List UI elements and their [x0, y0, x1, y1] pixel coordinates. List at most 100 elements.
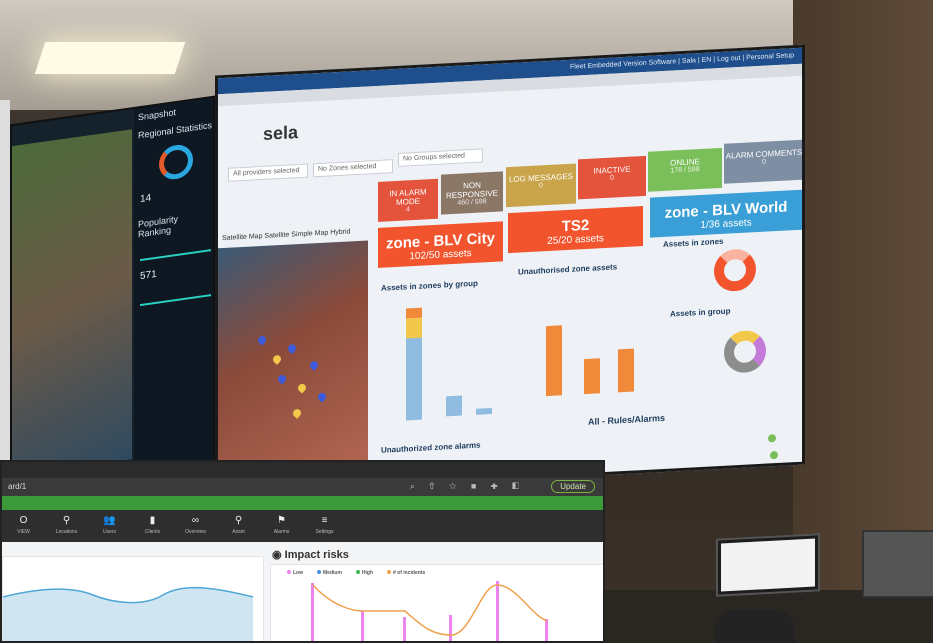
nav-label: Clients [144, 529, 161, 535]
nav-label: Locations [55, 529, 78, 535]
unauthorised-assets-title: Unauthorised zone assets [518, 262, 618, 277]
unauthorized-alarms-title: Unauthorized zone alarms [381, 440, 481, 455]
left-video-panel: Snapshot Regional Statistics 14 Populari… [10, 95, 215, 495]
tab-satellite-map[interactable]: Satellite Map [222, 233, 262, 242]
tile-online[interactable]: ONLINE 178 / 598 [648, 147, 722, 192]
bar [403, 617, 406, 641]
groups-dropdown[interactable]: No Groups selected [398, 148, 483, 167]
map-pin[interactable] [308, 359, 320, 371]
map-pin[interactable] [291, 407, 303, 419]
url-text: ard/1 [8, 482, 27, 491]
impact-title-text: Impact risks [284, 549, 349, 561]
legend-high: High [355, 570, 373, 576]
alarm-icon: ⚑ [277, 515, 286, 526]
zones-dropdown[interactable]: No Zones selected [313, 159, 393, 178]
location-icon: ⚲ [62, 515, 71, 526]
tile-alarm-comments[interactable]: ALARM COMMENTS 0 [724, 139, 804, 184]
laptop-dashboard-body: ◉ Impact risks Low Medium High # of inci… [2, 542, 603, 641]
bar [406, 307, 422, 319]
status-dot [768, 434, 776, 443]
bar [406, 317, 422, 339]
nav-label: Overview [185, 529, 206, 535]
map-pin[interactable] [276, 373, 288, 385]
nav-item[interactable]: ⚲ Asset [217, 510, 260, 542]
nav-label: Settings [315, 529, 334, 535]
zone-tile-blv-city[interactable]: zone - BLV City 102/50 assets [378, 221, 503, 268]
bar [311, 583, 314, 641]
nav-icon: O [19, 515, 28, 526]
impact-risks-title: ◉ Impact risks [272, 549, 349, 561]
nav-label: VIEW [17, 529, 30, 535]
ceiling-light [34, 42, 186, 74]
top-nav: O VIEW ⚲ Locations 👥 Users ▮ Clients ∞ Overvi… [2, 510, 603, 542]
green-status-bar [2, 496, 603, 510]
group-donut-chart [724, 329, 766, 374]
bar [496, 581, 499, 641]
laptop-screen: ard/1 ⌕ ⇧ ☆ ■ ✚ ◧ Update O VIEW ⚲ Location… [0, 460, 605, 643]
bar [618, 348, 634, 393]
nav-item[interactable]: O VIEW [2, 510, 45, 542]
stat-value: 571 [140, 268, 157, 283]
line-chart-card [2, 556, 264, 641]
tab-satellite-simple[interactable]: Satellite Simple [264, 230, 312, 240]
bar [361, 611, 364, 641]
nav-label: Users [102, 529, 117, 535]
small-laptop [716, 533, 820, 597]
bar [446, 395, 462, 417]
tab-hybrid[interactable]: Hybrid [330, 228, 350, 236]
tile-in-alarm-mode[interactable]: IN ALARM MODE 4 [378, 178, 438, 222]
rules-alarms-title: All - Rules/Alarms [588, 412, 666, 427]
map-pin[interactable] [316, 391, 328, 403]
bar [449, 615, 452, 641]
zone-tile-blv-world[interactable]: zone - BLV World 1/36 assets [650, 189, 802, 238]
bar [545, 619, 548, 641]
browser-tab-bar [2, 462, 603, 478]
status-dot [770, 450, 778, 460]
legend-low: Low [287, 570, 303, 576]
bar [406, 335, 422, 421]
nav-item[interactable]: ▮ Clients [131, 510, 174, 542]
nav-item[interactable]: ⚑ Alarms [260, 510, 303, 542]
zones-donut-chart [714, 248, 756, 293]
main-dashboard-screen: Fleet Embedded Version Software | Sala |… [215, 44, 805, 496]
map-pin[interactable] [296, 382, 308, 394]
tile-non-responsive[interactable]: NON RESPONSIVE 460 / 598 [441, 171, 503, 215]
nav-label: Asset [232, 529, 245, 535]
nav-item[interactable]: ∞ Overview [174, 510, 217, 542]
nav-item[interactable]: 👥 Users [88, 510, 131, 542]
settings-icon: ≡ [321, 515, 328, 526]
impact-legend: Low Medium High # of incidents [287, 570, 425, 576]
small-laptop-screen [721, 538, 815, 592]
tab-map[interactable]: Map [315, 230, 329, 238]
bar [476, 407, 492, 415]
impact-bar-chart [311, 581, 548, 641]
tile-log-messages[interactable]: LOG MESSAGES 0 [506, 163, 576, 208]
asset-icon: ⚲ [234, 515, 243, 526]
assets-in-zones-title: Assets in zones [663, 236, 724, 249]
monitor-right [862, 530, 933, 598]
map-pin[interactable] [256, 334, 268, 346]
map-pin[interactable] [271, 353, 283, 365]
legend-medium: Medium [317, 570, 342, 576]
zone-tile-ts2[interactable]: TS2 25/20 assets [508, 206, 643, 254]
bar [546, 325, 562, 397]
gauge-value: 14 [140, 192, 152, 206]
update-button[interactable]: Update [551, 480, 595, 493]
room-photo: Snapshot Regional Statistics 14 Populari… [0, 0, 933, 643]
map-pin[interactable] [286, 342, 298, 355]
gauge-chart [158, 142, 193, 182]
nav-label: Alarms [273, 529, 290, 535]
address-bar[interactable]: ard/1 ⌕ ⇧ ☆ ■ ✚ ◧ Update [2, 478, 603, 496]
clients-icon: ▮ [149, 515, 156, 526]
nav-item[interactable]: ≡ Settings [303, 510, 346, 542]
sela-logo: sela [263, 122, 299, 144]
tile-inactive[interactable]: INACTIVE 0 [578, 155, 646, 200]
camera-map-feed [12, 129, 132, 477]
assets-in-group-title: Assets in group [670, 306, 731, 319]
satellite-map[interactable] [218, 240, 368, 496]
bar [584, 358, 600, 395]
nav-item[interactable]: ⚲ Locations [45, 510, 88, 542]
area-line-chart [2, 586, 254, 641]
left-wall [0, 100, 10, 480]
providers-dropdown[interactable]: All providers selected [228, 163, 308, 182]
